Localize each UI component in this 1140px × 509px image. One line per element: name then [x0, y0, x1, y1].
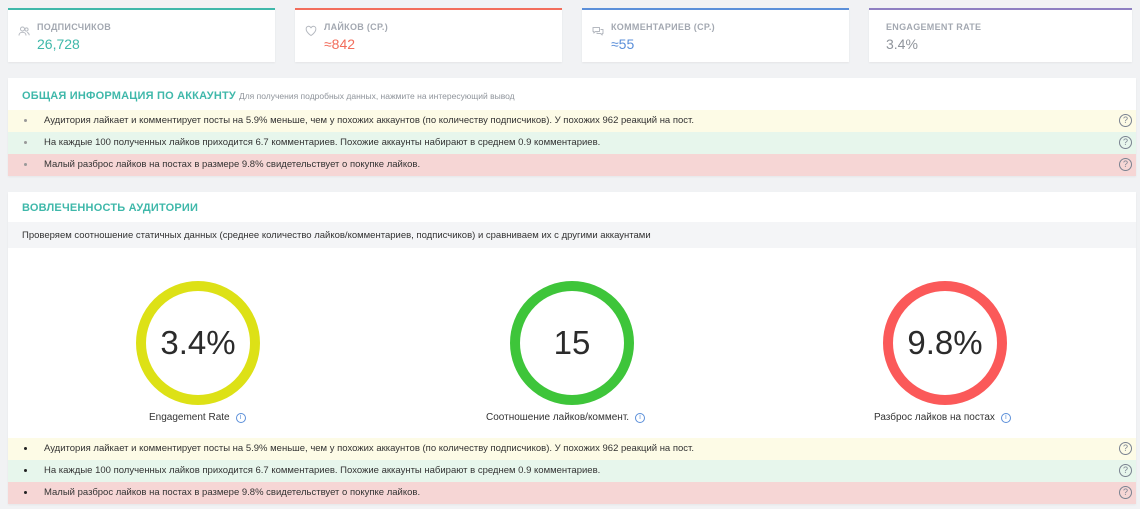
- engagement-description-text: Проверяем соотношение статичных данных (…: [22, 230, 651, 241]
- help-icon[interactable]: ?: [1119, 136, 1132, 149]
- comments-icon: [592, 27, 604, 36]
- gauge-value: 9.8%: [907, 324, 983, 361]
- help-icon[interactable]: ?: [1119, 442, 1132, 455]
- bullet: [24, 447, 27, 450]
- stat-accent-bar: [295, 8, 562, 10]
- help-icon[interactable]: ?: [1119, 486, 1132, 499]
- overview-heading: ОБЩАЯ ИНФОРМАЦИЯ ПО АККАУНТУ Для получени…: [22, 90, 515, 102]
- bullet: [24, 141, 27, 144]
- insight-text: На каждые 100 полученных лайков приходит…: [44, 465, 601, 476]
- gauge-label-text: Соотношение лайков/коммент.: [486, 412, 630, 423]
- bullet: [24, 163, 27, 166]
- stat-card-likes: Лайков (ср.) ≈842: [295, 8, 562, 62]
- gauge-likes-comments-ratio: 15: [509, 280, 635, 406]
- engagement-title: ВОВЛЕЧЕННОСТЬ АУДИТОРИИ: [22, 202, 199, 214]
- bullet: [24, 491, 27, 494]
- bullet: [24, 469, 27, 472]
- stat-label: Engagement Rate: [886, 22, 982, 32]
- insight-text: Аудитория лайкает и комментирует посты н…: [44, 115, 694, 126]
- insight-text: Малый разброс лайков на постах в размере…: [44, 159, 421, 170]
- help-icon[interactable]: ?: [1119, 464, 1132, 477]
- help-icon[interactable]: ?: [1119, 158, 1132, 171]
- gauge-label-text: Engagement Rate: [149, 412, 230, 423]
- insight-row[interactable]: На каждые 100 полученных лайков приходит…: [8, 132, 1136, 154]
- stat-value: ≈842: [324, 36, 356, 52]
- stat-accent-bar: [582, 8, 849, 10]
- info-icon[interactable]: i: [235, 413, 246, 423]
- bullet: [24, 119, 27, 122]
- insight-text: Аудитория лайкает и комментирует посты н…: [44, 443, 694, 454]
- insight-row[interactable]: Малый разброс лайков на постах в размере…: [8, 482, 1136, 504]
- stat-card-followers: Подписчиков 26,728: [8, 8, 275, 62]
- stat-label: Комментариев (ср.): [611, 22, 715, 32]
- insight-row[interactable]: Малый разброс лайков на постах в размере…: [8, 154, 1136, 176]
- stat-accent-bar: [8, 8, 275, 10]
- stat-label: Подписчиков: [37, 22, 112, 32]
- gauge-label-engagement-rate: Engagement Rate i: [149, 412, 246, 423]
- insight-row[interactable]: Аудитория лайкает и комментирует посты н…: [8, 438, 1136, 460]
- gauge-value: 15: [553, 324, 591, 361]
- insight-row[interactable]: На каждые 100 полученных лайков приходит…: [8, 460, 1136, 482]
- overview-title: ОБЩАЯ ИНФОРМАЦИЯ ПО АККАУНТУ: [22, 90, 236, 102]
- stat-label: Лайков (ср.): [324, 22, 389, 32]
- info-icon[interactable]: i: [1000, 413, 1011, 423]
- engagement-description: Проверяем соотношение статичных данных (…: [8, 222, 1136, 248]
- help-icon[interactable]: ?: [1119, 114, 1132, 127]
- heart-icon: [305, 25, 317, 37]
- overview-card: ОБЩАЯ ИНФОРМАЦИЯ ПО АККАУНТУ Для получени…: [8, 78, 1136, 176]
- gauge-engagement-rate: 3.4%: [135, 280, 261, 406]
- stats-bar: Подписчиков 26,728 Лайков (ср.) ≈842 Ком…: [8, 8, 1132, 62]
- insight-text: На каждые 100 полученных лайков приходит…: [44, 137, 601, 148]
- stat-value: ≈55: [611, 36, 635, 52]
- info-icon[interactable]: i: [635, 413, 646, 423]
- stat-card-engagement-rate: Engagement Rate 3.4%: [869, 8, 1132, 62]
- stat-value: 3.4%: [886, 36, 918, 52]
- insight-row[interactable]: Аудитория лайкает и комментирует посты н…: [8, 110, 1136, 132]
- gauge-label-likes-comments-ratio: Соотношение лайков/коммент. i: [486, 412, 646, 423]
- people-icon: [18, 26, 30, 36]
- stat-card-comments: Комментариев (ср.) ≈55: [582, 8, 849, 62]
- insight-text: Малый разброс лайков на постах в размере…: [44, 487, 421, 498]
- gauge-label-likes-spread: Разброс лайков на постах i: [874, 412, 1011, 423]
- gauge-label-text: Разброс лайков на постах: [874, 412, 995, 423]
- stat-value: 26,728: [37, 36, 80, 52]
- gauge-likes-spread: 9.8%: [882, 280, 1008, 406]
- stat-accent-bar: [869, 8, 1132, 10]
- overview-subtitle: Для получения подробных данных, нажмите …: [238, 91, 515, 101]
- gauge-value: 3.4%: [160, 324, 236, 361]
